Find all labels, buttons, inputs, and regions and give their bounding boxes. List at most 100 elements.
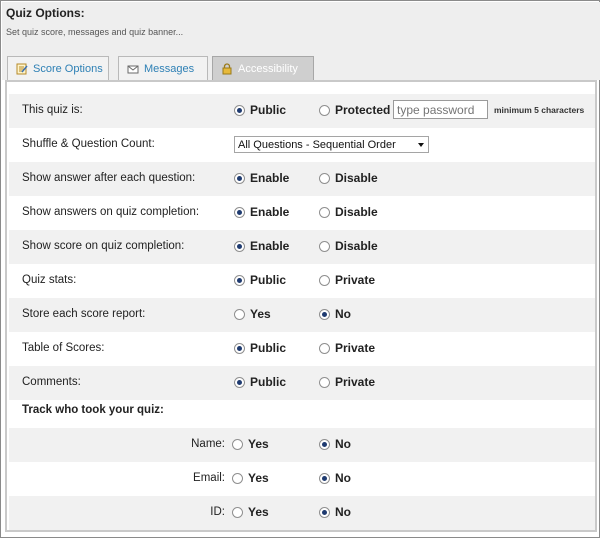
radio-label: Public <box>250 103 287 117</box>
radio-no[interactable]: No <box>319 437 351 451</box>
row-label: This quiz is: <box>22 104 83 116</box>
tab-accessibility[interactable]: Accessibility <box>212 56 314 81</box>
radio-button[interactable] <box>319 376 330 388</box>
section-heading: Track who took your quiz: <box>22 404 164 416</box>
row-label: Show answers on quiz completion: <box>22 206 200 218</box>
envelope-icon <box>127 63 139 75</box>
radio-button[interactable] <box>232 506 243 518</box>
shuffle-select[interactable]: All Questions - Sequential Order <box>234 136 429 153</box>
radio-public[interactable]: Public <box>234 341 286 355</box>
radio-label: Private <box>335 375 376 389</box>
row-track-id: ID: Yes No <box>9 496 595 530</box>
radio-no[interactable]: No <box>319 307 351 321</box>
radio-button[interactable] <box>319 104 330 116</box>
header: Quiz Options: Set quiz score, messages a… <box>2 2 600 81</box>
radio-label: Enable <box>250 171 290 185</box>
row-label: Name: <box>191 438 225 450</box>
row-show-score-completion: Show score on quiz completion: Enable Di… <box>9 230 595 264</box>
radio-yes[interactable]: Yes <box>232 437 269 451</box>
tab-messages[interactable]: Messages <box>118 56 208 81</box>
radio-label: No <box>335 505 351 519</box>
radio-no[interactable]: No <box>319 471 351 485</box>
row-comments: Comments: Public Private <box>9 366 595 400</box>
row-quiz-access: This quiz is: Public Protected minimum 5… <box>9 94 595 128</box>
radio-disable[interactable]: Disable <box>319 239 378 253</box>
radio-private[interactable]: Private <box>319 375 375 389</box>
radio-yes[interactable]: Yes <box>232 471 269 485</box>
row-label: Shuffle & Question Count: <box>22 138 155 150</box>
radio-label: Yes <box>248 471 269 485</box>
radio-public[interactable]: Public <box>234 375 286 389</box>
radio-label: Protected <box>335 103 391 117</box>
row-table-scores: Table of Scores: Public Private <box>9 332 595 366</box>
radio-label: Yes <box>248 437 269 451</box>
row-show-answers-completion: Show answers on quiz completion: Enable … <box>9 196 595 230</box>
tab-label: Score Options <box>33 63 103 75</box>
radio-label: Disable <box>335 205 378 219</box>
row-store-report: Store each score report: Yes No <box>9 298 595 332</box>
radio-disable[interactable]: Disable <box>319 171 378 185</box>
radio-button[interactable] <box>234 308 245 320</box>
radio-label: No <box>335 437 351 451</box>
radio-button[interactable] <box>319 472 330 484</box>
radio-public[interactable]: Public <box>234 273 286 287</box>
radio-yes[interactable]: Yes <box>234 307 271 321</box>
chevron-down-icon <box>418 143 424 147</box>
radio-private[interactable]: Private <box>319 341 375 355</box>
radio-enable[interactable]: Enable <box>234 239 289 253</box>
radio-button[interactable] <box>232 438 243 450</box>
row-label: ID: <box>210 506 225 518</box>
accessibility-panel: This quiz is: Public Protected minimum 5… <box>5 80 597 532</box>
tab-score-options[interactable]: Score Options <box>7 56 109 81</box>
radio-no[interactable]: No <box>319 505 351 519</box>
radio-button[interactable] <box>234 342 245 354</box>
radio-button[interactable] <box>234 274 245 286</box>
radio-button[interactable] <box>232 472 243 484</box>
radio-button[interactable] <box>234 376 245 388</box>
row-label: Comments: <box>22 376 81 388</box>
password-hint: minimum 5 characters <box>494 105 585 115</box>
tab-label: Accessibility <box>238 63 298 75</box>
radio-public[interactable]: Public <box>234 103 286 117</box>
padlock-icon <box>221 63 233 75</box>
radio-enable[interactable]: Enable <box>234 171 289 185</box>
radio-button[interactable] <box>234 172 245 184</box>
radio-label: Private <box>335 273 376 287</box>
radio-button[interactable] <box>319 438 330 450</box>
row-label: Store each score report: <box>22 308 146 320</box>
row-track-heading: Track who took your quiz: <box>9 398 595 424</box>
radio-label: Disable <box>335 171 378 185</box>
row-track-email: Email: Yes No <box>9 462 595 496</box>
radio-button[interactable] <box>319 506 330 518</box>
notepad-icon <box>16 63 28 75</box>
radio-label: Yes <box>248 505 269 519</box>
radio-button[interactable] <box>319 274 330 286</box>
row-show-answer-each: Show answer after each question: Enable … <box>9 162 595 196</box>
page-subtitle: Set quiz score, messages and quiz banner… <box>6 27 184 37</box>
radio-yes[interactable]: Yes <box>232 505 269 519</box>
radio-button[interactable] <box>234 240 245 252</box>
radio-protected[interactable]: Protected <box>319 103 390 117</box>
row-label: Table of Scores: <box>22 342 105 354</box>
radio-label: Disable <box>335 239 378 253</box>
radio-button[interactable] <box>319 342 330 354</box>
radio-label: Public <box>250 375 287 389</box>
password-input[interactable] <box>393 100 488 119</box>
radio-button[interactable] <box>319 240 330 252</box>
radio-disable[interactable]: Disable <box>319 205 378 219</box>
radio-label: No <box>335 307 351 321</box>
row-track-name: Name: Yes No <box>9 428 595 462</box>
radio-button[interactable] <box>234 104 245 116</box>
tab-label: Messages <box>144 63 195 75</box>
page-title: Quiz Options: <box>6 6 85 20</box>
radio-button[interactable] <box>319 206 330 218</box>
radio-button[interactable] <box>234 206 245 218</box>
radio-enable[interactable]: Enable <box>234 205 289 219</box>
radio-private[interactable]: Private <box>319 273 375 287</box>
radio-label: Yes <box>250 307 271 321</box>
radio-button[interactable] <box>319 172 330 184</box>
select-value: All Questions - Sequential Order <box>238 138 396 151</box>
radio-label: Enable <box>250 205 290 219</box>
radio-button[interactable] <box>319 308 330 320</box>
row-shuffle: Shuffle & Question Count: All Questions … <box>9 128 595 162</box>
